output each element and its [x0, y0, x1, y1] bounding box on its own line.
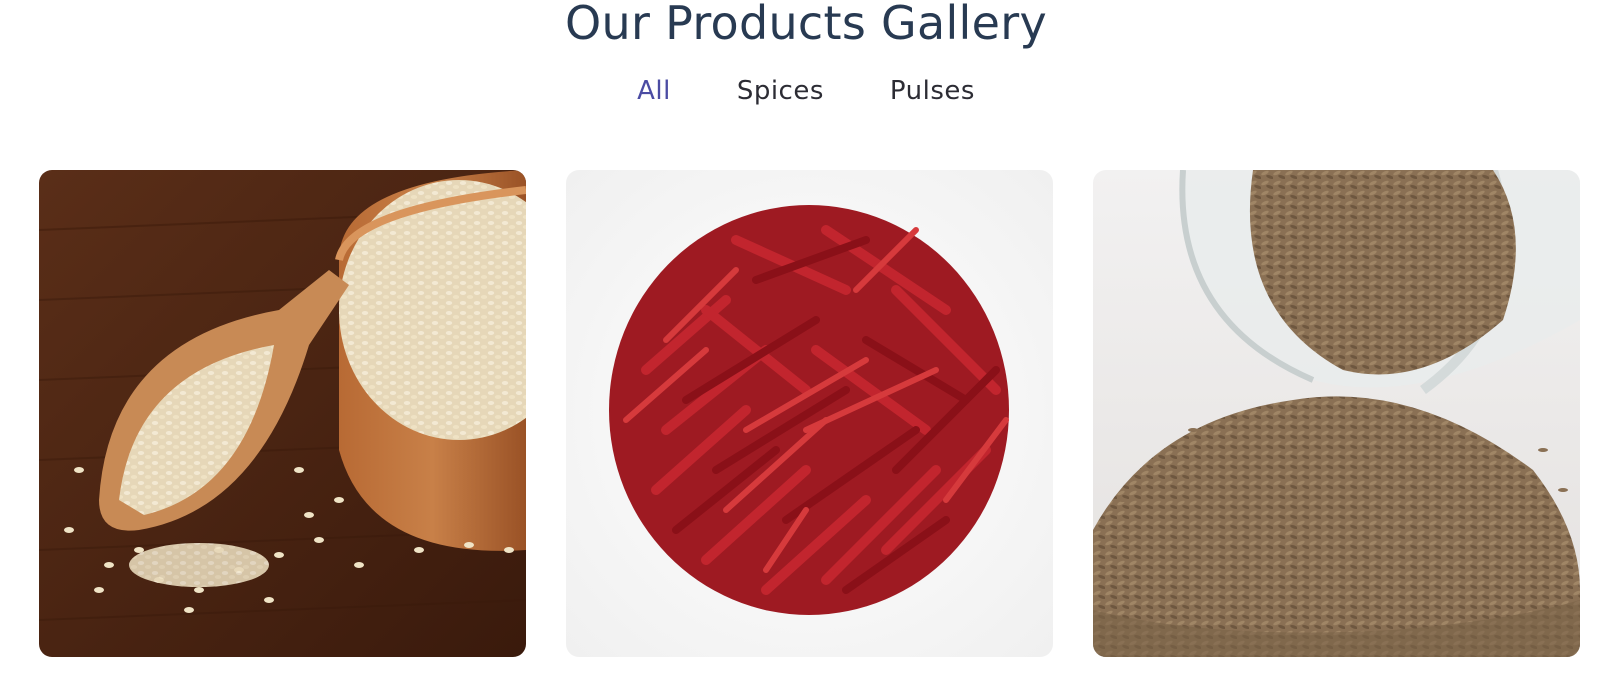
- gallery-filter-tabs: All Spices Pulses: [0, 74, 1612, 108]
- gallery-title: Our Products Gallery: [565, 0, 1047, 50]
- filter-tab-all[interactable]: All: [637, 74, 671, 108]
- products-gallery-section: Our Products Gallery All Spices Pulses: [0, 0, 1612, 680]
- filter-tab-pulses[interactable]: Pulses: [890, 74, 975, 108]
- gallery-item-sesame[interactable]: [39, 170, 526, 657]
- sesame-seeds-image: [39, 170, 526, 657]
- red-chillies-image: [566, 170, 1053, 657]
- gallery-item-chillies[interactable]: [566, 170, 1053, 657]
- gallery-item-cumin[interactable]: [1093, 170, 1580, 657]
- cumin-seeds-image: [1093, 170, 1580, 657]
- filter-tab-spices[interactable]: Spices: [737, 74, 824, 108]
